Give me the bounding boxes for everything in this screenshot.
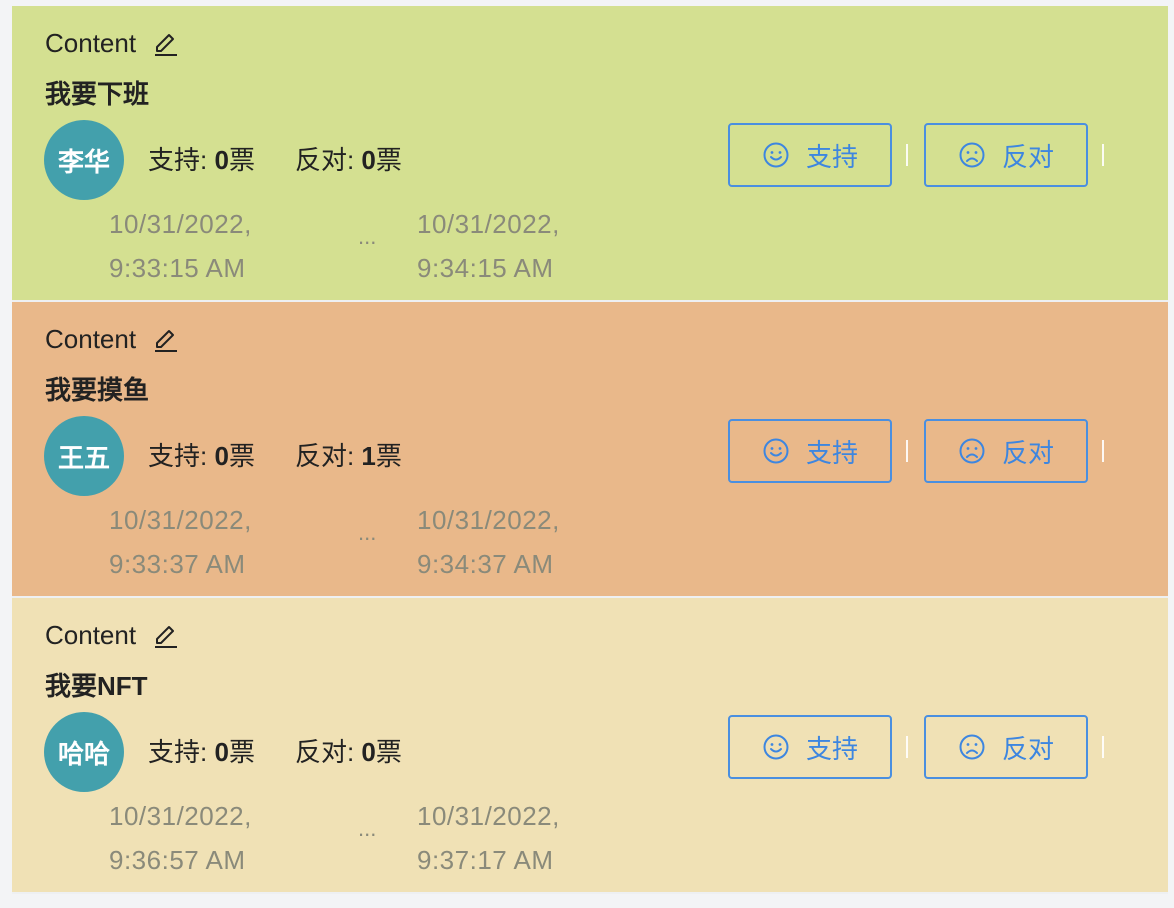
timestamp-ellipsis: ... — [358, 520, 377, 545]
divider — [1102, 144, 1104, 166]
oppose-button[interactable]: 反对 — [924, 123, 1088, 187]
pencil-icon[interactable] — [152, 326, 180, 354]
avatar: 王五 — [44, 416, 124, 496]
oppose-button[interactable]: 反对 — [924, 419, 1088, 483]
start-timestamp: 10/31/2022, 9:36:57 AM — [109, 801, 252, 875]
content-label: Content — [45, 324, 137, 354]
divider — [1102, 440, 1104, 462]
timestamp-ellipsis: ... — [358, 224, 377, 249]
oppose-count: 反对: 0票 — [294, 145, 402, 175]
proposal-card: Content 我要摸鱼 王五 支持: 0票 反对: 1票 10/31/2022… — [12, 302, 1168, 598]
end-timestamp: 10/31/2022, 9:37:17 AM — [417, 801, 560, 875]
divider — [1102, 736, 1104, 758]
support-count: 支持: 0票 — [148, 441, 255, 471]
frown-icon — [958, 437, 986, 465]
support-button[interactable]: 支持 — [728, 419, 892, 483]
smile-icon — [762, 141, 790, 169]
start-timestamp: 10/31/2022, 9:33:15 AM — [109, 209, 252, 283]
card-header: Content — [45, 620, 180, 651]
support-count: 支持: 0票 — [148, 737, 255, 767]
proposal-card: Content 我要下班 李华 支持: 0票 反对: 0票 10/31/2022… — [12, 6, 1168, 302]
support-button[interactable]: 支持 — [728, 123, 892, 187]
end-timestamp: 10/31/2022, 9:34:15 AM — [417, 209, 560, 283]
support-count: 支持: 0票 — [148, 145, 255, 175]
content-label: Content — [45, 28, 137, 58]
smile-icon — [762, 437, 790, 465]
oppose-count: 反对: 0票 — [294, 737, 402, 767]
card-header: Content — [45, 28, 180, 59]
end-timestamp: 10/31/2022, 9:34:37 AM — [417, 505, 560, 579]
pencil-icon[interactable] — [152, 30, 180, 58]
card-header: Content — [45, 324, 180, 355]
timestamp-ellipsis: ... — [358, 816, 377, 841]
start-timestamp: 10/31/2022, 9:33:37 AM — [109, 505, 252, 579]
vote-counts: 支持: 0票 反对: 0票 — [148, 140, 402, 177]
divider — [906, 144, 908, 166]
proposal-card: Content 我要NFT 哈哈 支持: 0票 反对: 0票 10/31/202… — [12, 598, 1168, 894]
vote-counts: 支持: 0票 反对: 0票 — [148, 732, 402, 769]
proposal-list: Content 我要下班 李华 支持: 0票 反对: 0票 10/31/2022… — [12, 6, 1168, 894]
divider — [906, 736, 908, 758]
divider — [906, 440, 908, 462]
vote-counts: 支持: 0票 反对: 1票 — [148, 436, 402, 473]
content-label: Content — [45, 620, 137, 650]
pencil-icon[interactable] — [152, 622, 180, 650]
oppose-count: 反对: 1票 — [294, 441, 402, 471]
oppose-button[interactable]: 反对 — [924, 715, 1088, 779]
support-button[interactable]: 支持 — [728, 715, 892, 779]
frown-icon — [958, 141, 986, 169]
proposal-content: 我要下班 — [45, 79, 150, 109]
proposal-content: 我要摸鱼 — [45, 375, 150, 405]
avatar: 李华 — [44, 120, 124, 200]
proposal-content: 我要NFT — [45, 671, 148, 701]
smile-icon — [762, 733, 790, 761]
frown-icon — [958, 733, 986, 761]
avatar: 哈哈 — [44, 712, 124, 792]
